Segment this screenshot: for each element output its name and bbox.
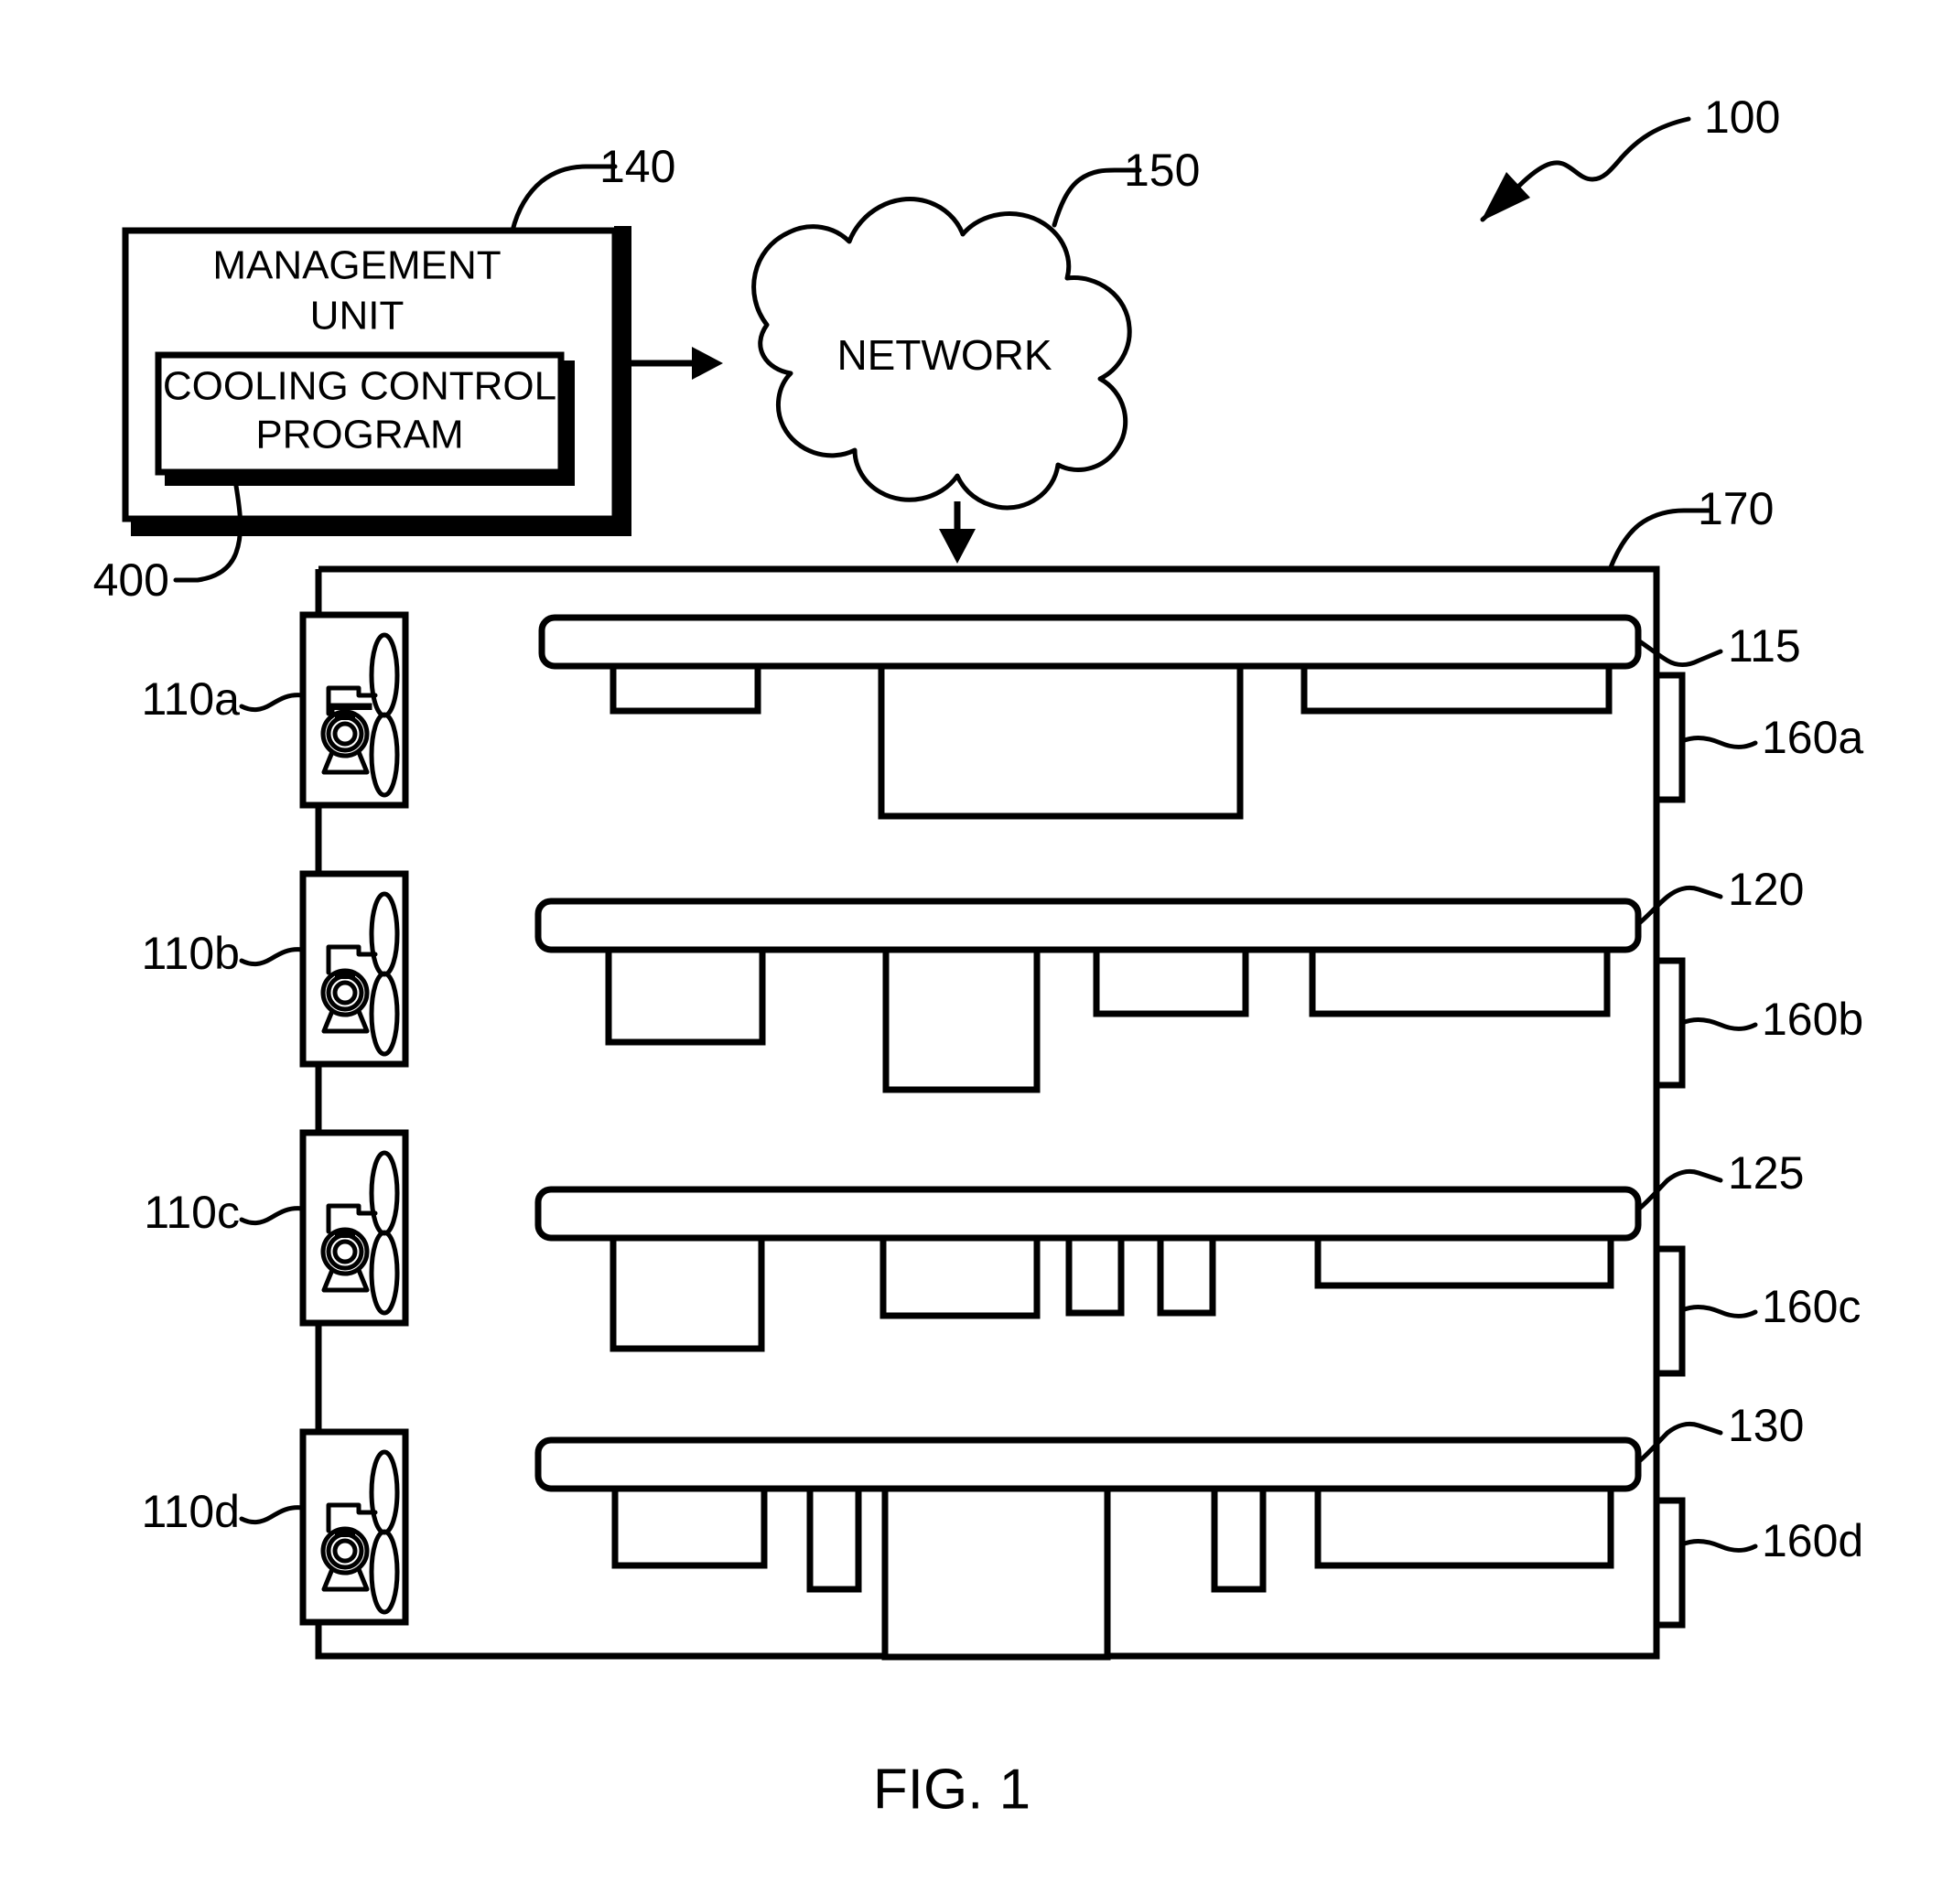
server-row-block [1065, 1232, 1125, 1317]
ref-170: 170 [1698, 483, 1774, 534]
ref-125: 125 [1728, 1147, 1804, 1199]
server-row-block [1211, 1483, 1267, 1593]
connector-160c: 160c [1653, 1245, 1861, 1377]
server-row-block [610, 662, 761, 715]
fan-unit-110d: 110d [141, 1428, 409, 1626]
ref-110b: 110b [141, 928, 240, 979]
cooling-control-program-line1: COOLING CONTROL [163, 364, 556, 409]
management-unit-title-line1: MANAGEMENT [212, 243, 501, 288]
ref-110a: 110a [141, 673, 240, 725]
network-label: NETWORK [836, 331, 1052, 379]
network-cloud: NETWORK 150 [751, 145, 1200, 511]
server-row-block [882, 944, 1041, 1093]
ref-100: 100 [1704, 91, 1780, 143]
ref-160c: 160c [1762, 1281, 1861, 1332]
connector-tab [1653, 957, 1686, 1089]
server-row-130: 130 [534, 1400, 1804, 1661]
fan-unit-110c: 110c [144, 1129, 409, 1327]
ref-110d: 110d [141, 1486, 240, 1537]
server-row-block [1300, 662, 1613, 715]
ref-160a: 160a [1762, 712, 1863, 763]
ref-160d: 160d [1762, 1515, 1863, 1566]
server-row-block [806, 1483, 862, 1593]
server-row-block [610, 1232, 765, 1352]
rail-115 [538, 614, 1642, 670]
connector-160d: 160d [1653, 1497, 1863, 1629]
connector-160b: 160b [1653, 957, 1863, 1089]
connector-tab [1653, 672, 1686, 803]
figure-caption: FIG. 1 [873, 1758, 1030, 1821]
ref-120: 120 [1728, 864, 1804, 915]
server-row-block [1157, 1232, 1216, 1317]
fan-unit-110a: 110a [141, 611, 409, 809]
ref-115: 115 [1728, 620, 1801, 672]
server-row-block [605, 944, 766, 1046]
server-row-block [611, 1483, 768, 1569]
arrow-network-to-enclosure [939, 501, 976, 564]
connector-160a: 160a [1653, 672, 1863, 803]
system-ref-callout: 100 [1480, 91, 1780, 222]
connector-tab [1653, 1245, 1686, 1377]
rail-120 [534, 898, 1642, 953]
server-row-block [1093, 944, 1249, 1017]
server-row-125: 125 [534, 1147, 1804, 1352]
server-row-120: 120 [534, 864, 1804, 1093]
rail-130 [534, 1436, 1642, 1492]
patent-figure-1: 100 MANAGEMENT UNIT COOLING CONTROL PROG… [0, 0, 1953, 1904]
ref-400: 400 [93, 554, 169, 606]
connector-tab [1653, 1497, 1686, 1629]
ref-110c: 110c [144, 1187, 240, 1238]
cooling-control-program-line2: PROGRAM [255, 413, 463, 457]
server-row-block [879, 1232, 1041, 1319]
server-row-block [878, 662, 1244, 820]
server-row-block [1314, 1483, 1614, 1569]
server-row-115: 115 [538, 614, 1801, 820]
server-row-block [1309, 944, 1611, 1017]
fan-unit-110b: 110b [141, 870, 409, 1068]
ref-150: 150 [1124, 145, 1200, 196]
ref-160b: 160b [1762, 994, 1863, 1045]
rail-125 [534, 1186, 1642, 1242]
management-unit-title-line2: UNIT [310, 294, 405, 339]
management-unit-block: MANAGEMENT UNIT COOLING CONTROL PROGRAM … [93, 141, 676, 606]
ref-130: 130 [1728, 1400, 1804, 1451]
server-row-block [1314, 1232, 1614, 1289]
ref-140: 140 [599, 141, 675, 192]
server-row-block [881, 1483, 1111, 1661]
